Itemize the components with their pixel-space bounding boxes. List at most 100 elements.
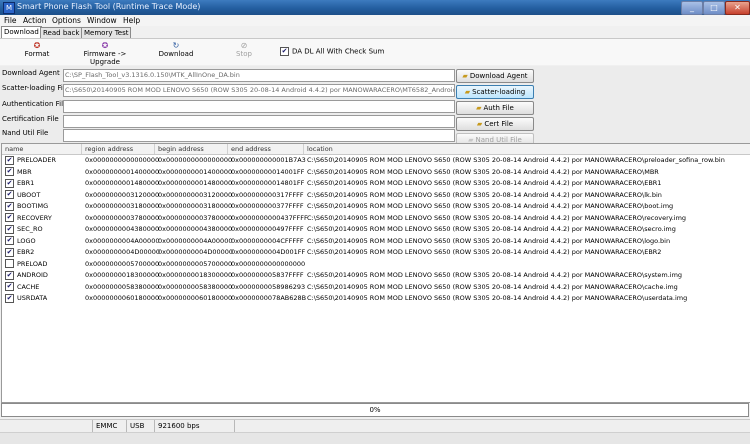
table-row[interactable]: ✔ MBR 0x0000000001400000 0x0000000001400000… <box>2 167 750 178</box>
download-button[interactable]: ↻ Download <box>156 41 196 58</box>
auth-file-button-label: Auth File <box>483 104 514 112</box>
folder-icon: ▰ <box>462 72 468 80</box>
firmware-upgrade-label: Firmware -> Upgrade <box>83 50 127 66</box>
download-agent-button-label: Download Agent <box>469 72 528 80</box>
close-button[interactable]: ✕ <box>725 1 750 15</box>
partition-name: LOGO <box>17 236 36 245</box>
download-agent-button[interactable]: ▰ Download Agent <box>456 69 534 83</box>
tab-download[interactable]: Download <box>1 26 42 38</box>
maximize-button[interactable]: □ <box>703 1 725 15</box>
column-end-address[interactable]: end address <box>228 144 304 154</box>
cell-end-address: 0x0000000078AB628B <box>231 294 307 302</box>
table-row[interactable]: ✔ EBR2 0x0000000004D00000 0x0000000004D0000… <box>2 247 750 258</box>
table-row[interactable]: PRELOAD 0x0000000005700000 0x0000000005700… <box>2 259 750 270</box>
cell-region-address: 0x0000000060180000 <box>85 294 160 302</box>
cert-file-button[interactable]: ▰ Cert File <box>456 117 534 131</box>
da-dl-all-checkbox[interactable]: ✔ DA DL All With Check Sum <box>280 47 384 57</box>
table-row[interactable]: ✔ BOOTIMG 0x0000000003180000 0x000000000318… <box>2 201 750 212</box>
cell-end-address: 0x000000000001B7A3 <box>231 156 306 164</box>
cert-file-label: Certification File <box>2 115 59 123</box>
auth-file-field[interactable] <box>63 100 455 113</box>
download-agent-field[interactable]: C:\SP_Flash_Tool_v3.1316.0.150\MTK_AllIn… <box>63 69 455 82</box>
table-row[interactable]: ✔ UBOOT 0x0000000003120000 0x00000000031200… <box>2 190 750 201</box>
cell-name: ✔ ANDROID <box>5 270 48 281</box>
cell-region-address: 0x0000000003780000 <box>85 213 160 222</box>
cell-begin-address: 0x0000000000000000 <box>158 156 233 164</box>
menu-action[interactable]: Action <box>23 16 47 25</box>
table-row[interactable]: ✔ ANDROID 0x0000000018300000 0x000000001830… <box>2 270 750 281</box>
folder-icon: ▰ <box>476 120 483 128</box>
tab-read-back[interactable]: Read back <box>40 27 83 38</box>
row-checkbox[interactable]: ✔ <box>5 293 14 303</box>
tab-memory-test[interactable]: Memory Test <box>81 27 132 38</box>
table-row[interactable]: ✔ PRELOADER 0x0000000000000000 0x0000000000… <box>2 155 750 166</box>
row-checkbox[interactable]: ✔ <box>5 155 14 165</box>
cell-begin-address: 0x0000000003180000 <box>158 202 233 210</box>
cell-end-address: 0x0000000004CFFFFF <box>231 236 304 245</box>
cell-location: C:\S650\20140905 ROM MOD LENOVO S650 (RO… <box>307 190 662 199</box>
minimize-button[interactable]: _ <box>681 1 703 15</box>
column-begin-address[interactable]: begin address <box>155 144 228 154</box>
cell-name: ✔ CACHE <box>5 282 39 293</box>
menu-window[interactable]: Window <box>87 16 117 25</box>
row-checkbox[interactable]: ✔ <box>5 190 14 199</box>
cell-name: ✔ LOGO <box>5 236 36 247</box>
cell-begin-address: 0x0000000004A00000 <box>158 236 233 245</box>
cert-file-button-label: Cert File <box>484 120 514 128</box>
firmware-upgrade-button[interactable]: ✪ Firmware -> Upgrade <box>70 41 140 66</box>
column-name[interactable]: name <box>2 144 82 154</box>
cell-location: C:\S650\20140905 ROM MOD LENOVO S650 (RO… <box>307 282 678 291</box>
menu-file[interactable]: File <box>4 16 17 25</box>
row-checkbox[interactable]: ✔ <box>5 282 14 291</box>
download-icon: ↻ <box>172 41 180 50</box>
menu-bar: File Action Options Window Help <box>0 15 750 26</box>
cell-region-address: 0x0000000003120000 <box>85 190 160 199</box>
format-label: Format <box>24 50 50 58</box>
table-row[interactable]: ✔ LOGO 0x0000000004A00000 0x0000000004A0000… <box>2 236 750 247</box>
title-bar[interactable]: M Smart Phone Flash Tool (Runtime Trace … <box>0 0 750 15</box>
row-checkbox[interactable]: ✔ <box>5 213 14 222</box>
table-row[interactable]: ✔ EBR1 0x0000000001480000 0x000000000148000… <box>2 178 750 189</box>
row-checkbox[interactable] <box>5 259 14 268</box>
cell-begin-address: 0x0000000003120000 <box>158 190 233 199</box>
status-baud: 921600 bps <box>154 420 234 432</box>
scatter-file-field[interactable]: C:\S650\20140905 ROM MOD LENOVO S650 (RO… <box>63 84 455 97</box>
status-cell-blank <box>0 420 92 432</box>
column-location[interactable]: location <box>304 144 750 154</box>
partition-name: ANDROID <box>17 271 48 279</box>
scatter-loading-button[interactable]: ▰ Scatter-loading <box>456 85 534 99</box>
format-button[interactable]: ✪ Format <box>22 41 52 58</box>
row-checkbox[interactable]: ✔ <box>5 270 14 280</box>
cell-location: C:\S650\20140905 ROM MOD LENOVO S650 (RO… <box>307 213 687 222</box>
cell-begin-address: 0x0000000060180000 <box>158 294 233 302</box>
row-checkbox[interactable]: ✔ <box>5 247 14 257</box>
progress-bar: 0% <box>1 403 749 417</box>
table-row[interactable]: ✔ RECOVERY 0x0000000003780000 0x00000000037… <box>2 213 750 224</box>
firmware-upgrade-icon: ✪ <box>101 41 109 50</box>
cell-name: ✔ UBOOT <box>5 190 40 201</box>
auth-file-button[interactable]: ▰ Auth File <box>456 101 534 115</box>
nand-util-file-label: Nand Util File <box>2 129 49 137</box>
download-label: Download <box>158 50 194 58</box>
table-row[interactable]: ✔ USRDATA 0x0000000060180000 0x000000006018… <box>2 293 750 304</box>
table-row[interactable]: ✔ CACHE 0x0000000058380000 0x00000000583800… <box>2 282 750 293</box>
row-checkbox[interactable]: ✔ <box>5 167 14 176</box>
stop-label: Stop <box>236 50 252 58</box>
status-storage: EMMC <box>92 420 126 432</box>
row-checkbox[interactable]: ✔ <box>5 201 14 211</box>
nand-util-file-field[interactable] <box>63 129 455 142</box>
cell-location: C:\S650\20140905 ROM MOD LENOVO S650 (RO… <box>307 156 725 164</box>
stop-button[interactable]: ⊘ Stop <box>232 41 256 58</box>
menu-options[interactable]: Options <box>52 16 81 25</box>
menu-help[interactable]: Help <box>123 16 140 25</box>
column-region-address[interactable]: region address <box>82 144 155 154</box>
row-checkbox[interactable]: ✔ <box>5 236 14 245</box>
folder-icon: ▰ <box>476 104 482 112</box>
table-row[interactable]: ✔ SEC_RO 0x0000000004380000 0x0000000004380… <box>2 224 750 235</box>
cell-name: ✔ BOOTIMG <box>5 201 48 212</box>
cell-location: C:\S650\20140905 ROM MOD LENOVO S650 (RO… <box>307 271 683 279</box>
row-checkbox[interactable]: ✔ <box>5 178 14 188</box>
row-checkbox[interactable]: ✔ <box>5 224 14 234</box>
cert-file-field[interactable] <box>63 115 455 128</box>
cell-location: C:\S650\20140905 ROM MOD LENOVO S650 (RO… <box>307 225 676 233</box>
